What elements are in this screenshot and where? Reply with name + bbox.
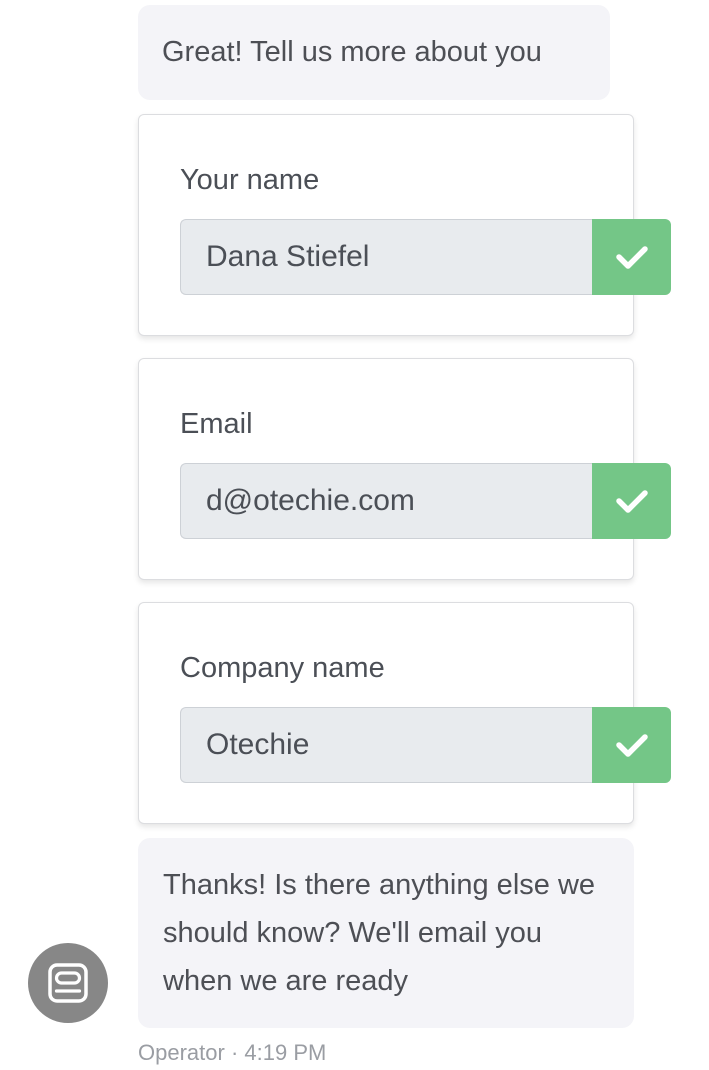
name-field-group [180, 219, 671, 295]
chat-thread: Great! Tell us more about you Your name … [0, 0, 709, 1070]
meta-separator: · [230, 1040, 239, 1065]
message-text: Great! Tell us more about you [162, 36, 542, 68]
submit-email-button[interactable] [592, 463, 671, 539]
email-input[interactable] [180, 463, 592, 539]
message-meta: Operator · 4:19 PM [138, 1038, 326, 1068]
message-text: Thanks! Is there anything else we should… [163, 869, 596, 997]
field-label: Your name [180, 164, 320, 196]
email-field-group [180, 463, 671, 539]
operator-avatar-icon [48, 963, 88, 1003]
form-card-company: Company name [138, 602, 671, 824]
operator-avatar [28, 943, 108, 1023]
message-bubble-greeting: Great! Tell us more about you [138, 5, 610, 100]
message-bubble-thanks: Thanks! Is there anything else we should… [138, 838, 634, 1028]
sender-name: Operator [138, 1040, 225, 1065]
company-field-group [180, 707, 671, 783]
checkmark-icon [615, 490, 648, 513]
submit-company-button[interactable] [592, 707, 671, 783]
company-name-input[interactable] [180, 707, 592, 783]
message-timestamp: 4:19 PM [244, 1040, 327, 1065]
submit-name-button[interactable] [592, 219, 671, 295]
name-input[interactable] [180, 219, 592, 295]
checkmark-icon [615, 734, 648, 757]
field-label: Email [180, 408, 253, 440]
form-card-email: Email [138, 358, 671, 580]
checkmark-icon [615, 246, 648, 269]
form-card-name: Your name [138, 114, 671, 336]
field-label: Company name [180, 652, 385, 684]
